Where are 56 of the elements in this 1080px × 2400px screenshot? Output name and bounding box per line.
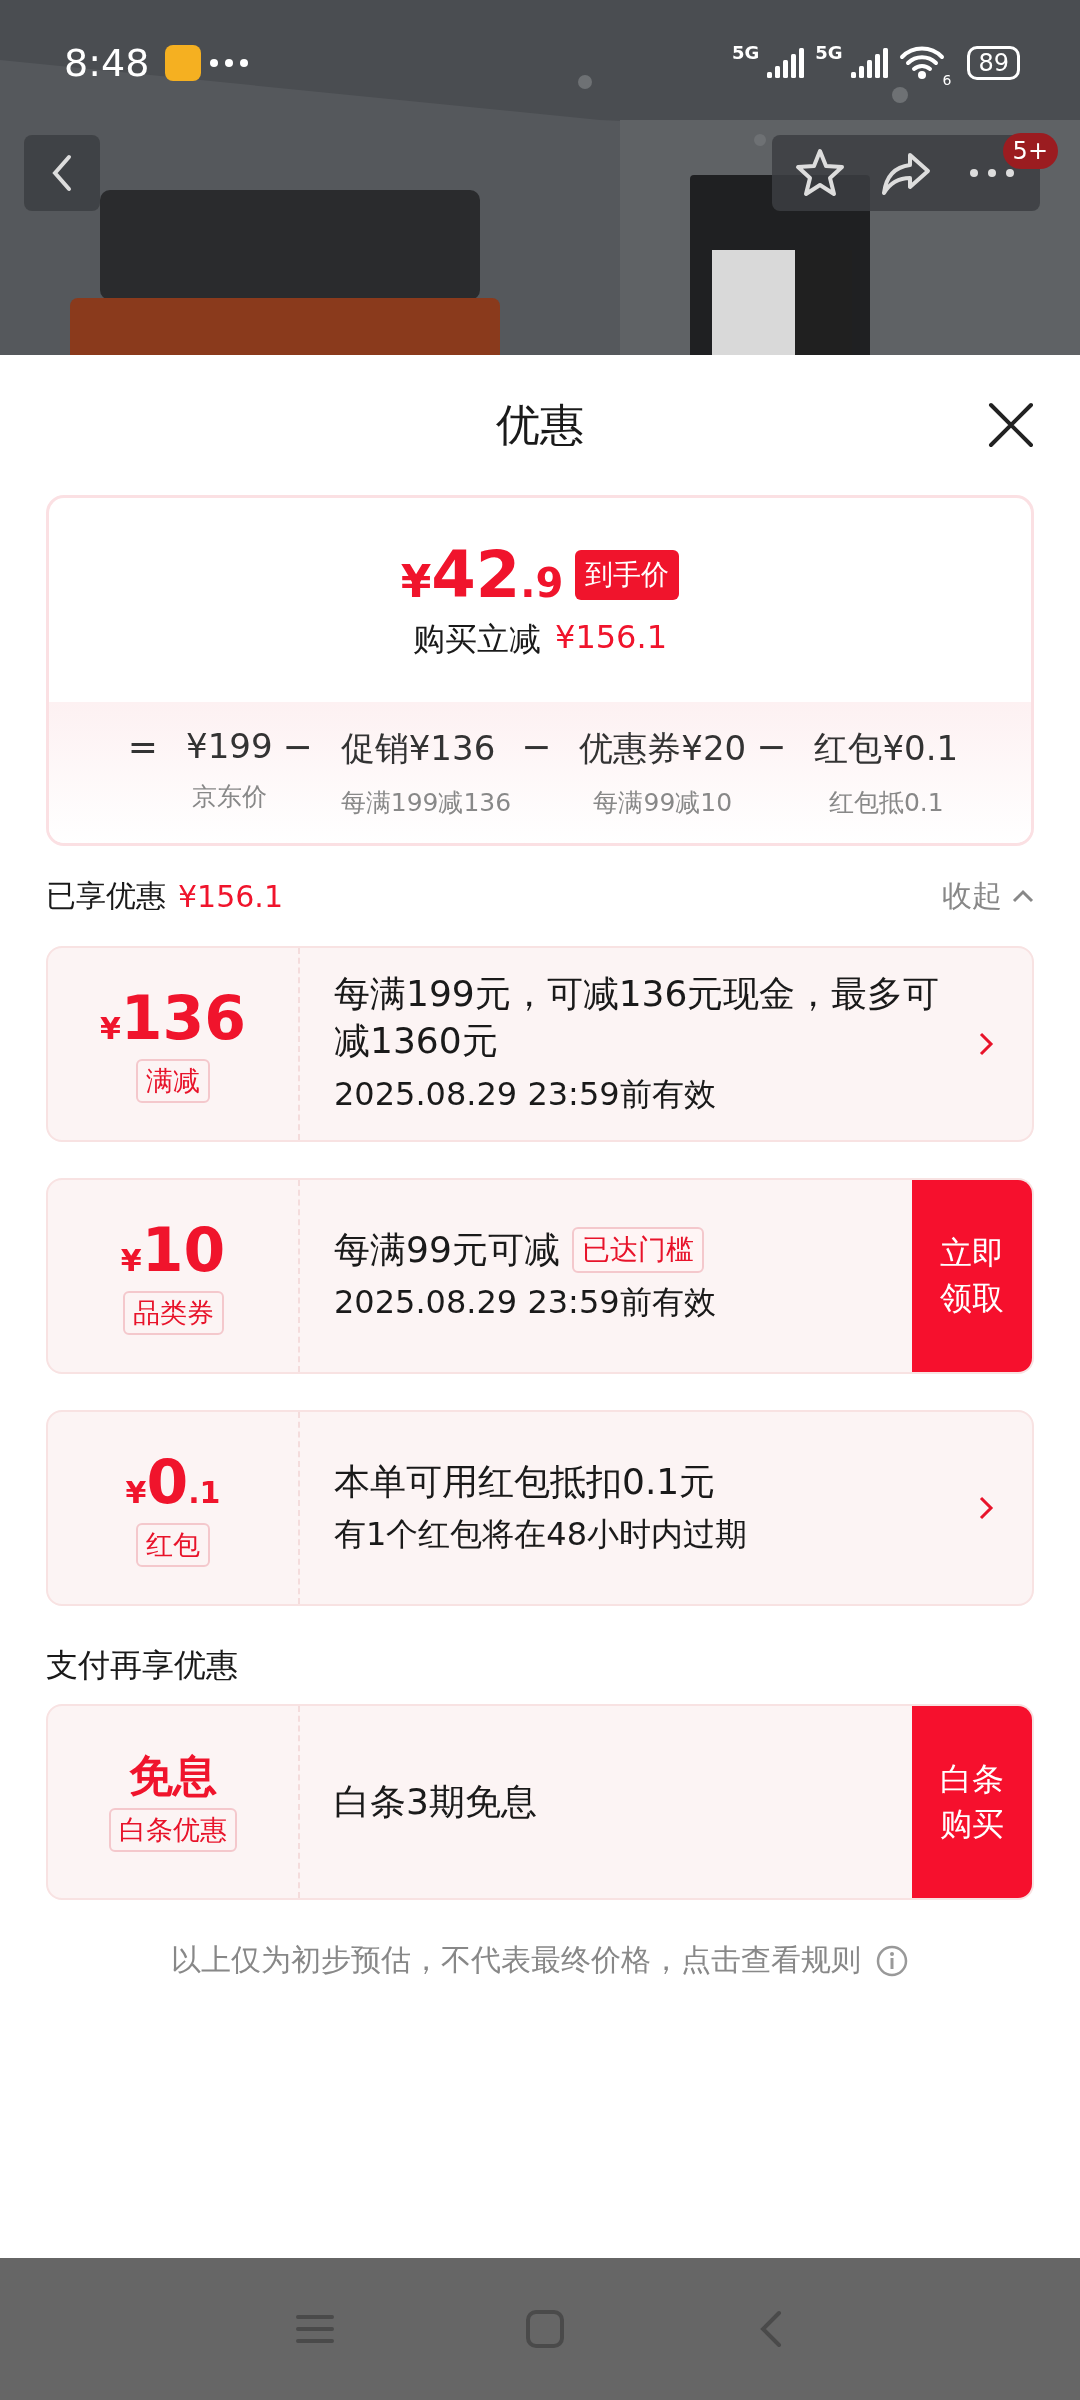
coupon-value: ¥136 xyxy=(99,985,247,1051)
price-tag: 到手价 xyxy=(575,550,680,600)
coupon-description: 每满199元，可减136元现金，最多可减1360元 xyxy=(334,972,941,1063)
coupon-type-tag: 品类券 xyxy=(122,1291,224,1335)
battery-indicator: 89 xyxy=(967,46,1020,80)
breakdown-amount: ¥199 xyxy=(186,726,273,766)
breakdown-note: 红包抵0.1 xyxy=(827,787,945,819)
network-type: 5G xyxy=(731,42,760,63)
coupon-description: 每满99元可减 xyxy=(334,1227,560,1272)
coupon-validity: 2025.08.29 23:59前有效 xyxy=(334,1073,717,1115)
signal-icon xyxy=(850,48,891,78)
breakdown-amount: 优惠券¥20 xyxy=(579,727,747,770)
app-notification-icon xyxy=(165,45,202,81)
saving-amount: ¥156.1 xyxy=(555,618,667,658)
disclaimer-link[interactable]: 以上仅为初步预估，不代表最终价格，点击查看规则 xyxy=(171,1940,861,1981)
coupon-description: 白条3期免息 xyxy=(334,1779,537,1824)
discount-total: ¥156.1 xyxy=(178,878,283,914)
network-type: 5G xyxy=(815,42,843,63)
more-notifications-icon xyxy=(209,58,250,68)
coupon-type-tag: 红包 xyxy=(136,1523,210,1567)
collapse-toggle[interactable]: 收起 xyxy=(942,875,1034,917)
final-price: ¥42.9 xyxy=(400,538,564,612)
operator: − xyxy=(281,726,314,767)
coupon-type-tag: 满减 xyxy=(136,1059,210,1103)
breakdown-note: 京东价 xyxy=(190,781,268,813)
coupon-type-tag: 白条优惠 xyxy=(109,1808,237,1853)
wifi-version: 6 xyxy=(942,72,952,88)
operator: − xyxy=(520,726,553,767)
status-time: 8:48 xyxy=(64,41,150,85)
caret-icon xyxy=(1012,889,1034,903)
notification-badge: 5+ xyxy=(1002,133,1058,169)
operator: = xyxy=(126,726,160,767)
wifi-icon xyxy=(898,45,945,81)
info-icon[interactable] xyxy=(875,1943,909,1978)
saving-label: 购买立减 xyxy=(413,619,541,660)
coupon-value: ¥0.1 xyxy=(125,1449,221,1515)
claim-button[interactable]: 白条购买 xyxy=(912,1706,1032,1898)
coupon-validity: 有1个红包将在48小时内过期 xyxy=(334,1514,749,1556)
coupon-value: 免息 xyxy=(129,1751,217,1801)
sheet-title: 优惠 xyxy=(496,397,584,452)
chevron-right-icon[interactable] xyxy=(978,1031,994,1057)
claim-button[interactable]: 立即领取 xyxy=(912,1180,1032,1372)
section-label: 支付再享优惠 xyxy=(46,1645,239,1686)
threshold-badge: 已达门槛 xyxy=(571,1227,704,1273)
coupon-validity: 2025.08.29 23:59前有效 xyxy=(334,1282,717,1324)
chevron-right-icon[interactable] xyxy=(978,1495,994,1521)
back-button[interactable] xyxy=(24,135,100,211)
operator: − xyxy=(755,726,788,767)
breakdown-note: 每满199减136 xyxy=(340,787,512,819)
breakdown-note: 每满99减10 xyxy=(592,787,734,819)
coupon-value: ¥10 xyxy=(120,1217,226,1283)
section-label: 已享优惠 xyxy=(46,876,166,915)
coupon-description: 本单可用红包抵扣0.1元 xyxy=(334,1459,716,1504)
close-icon[interactable] xyxy=(988,402,1034,448)
breakdown-amount: 促销¥136 xyxy=(340,727,497,770)
breakdown-amount: 红包¥0.1 xyxy=(814,727,959,770)
